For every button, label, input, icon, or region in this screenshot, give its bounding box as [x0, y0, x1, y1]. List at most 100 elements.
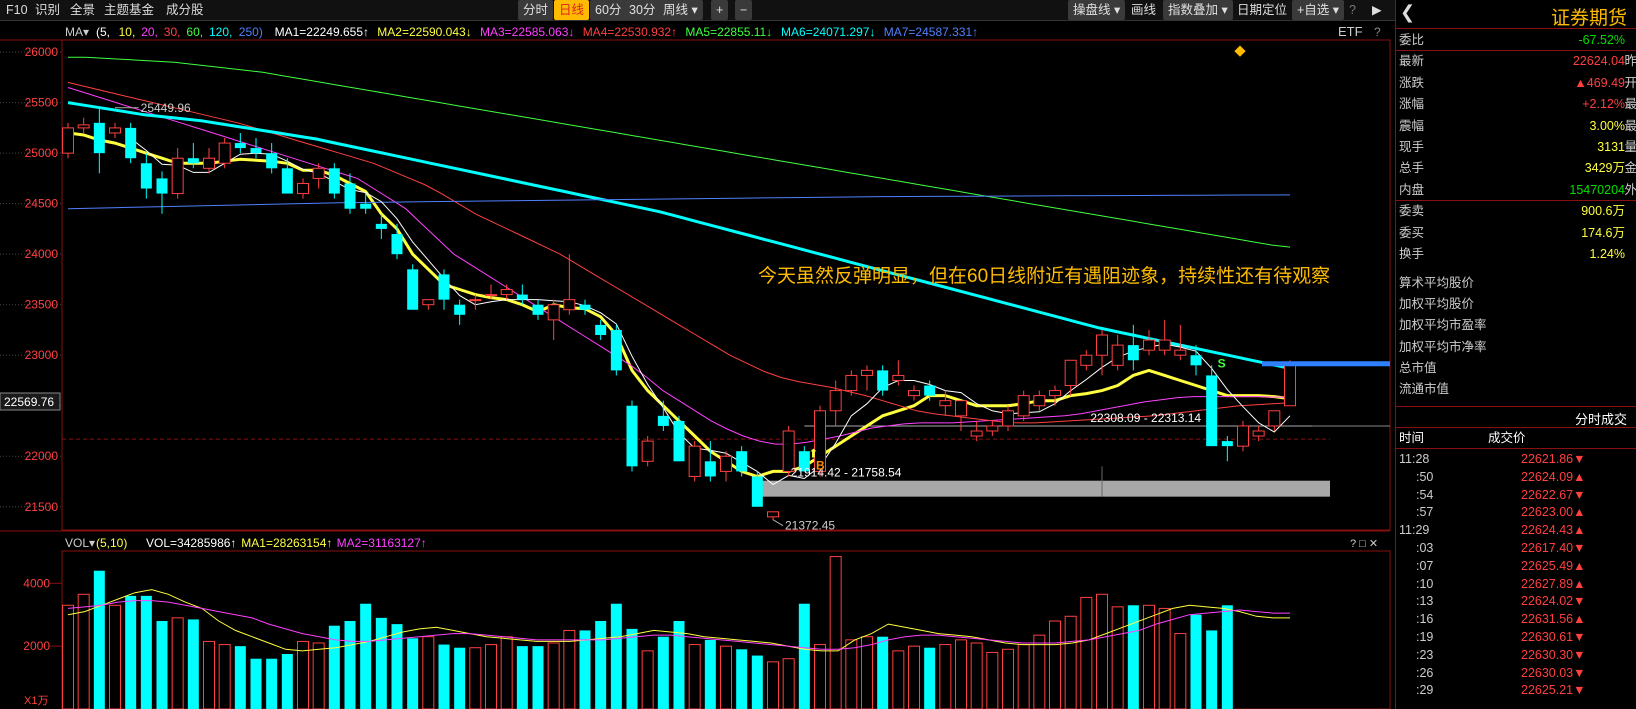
candle-body	[610, 329, 622, 371]
low-pointer	[772, 519, 784, 527]
trade-price: 22625.21▼	[1521, 683, 1586, 698]
ma-indicator-name[interactable]: MA▾	[65, 25, 89, 39]
trade-time: :23	[1416, 647, 1434, 662]
candle-body	[375, 223, 387, 229]
trade-row: :19 22630.61▼	[1396, 628, 1636, 646]
trades-title-bar: 分时成交	[1396, 406, 1636, 428]
trade-time: :13	[1416, 594, 1434, 609]
candle-body	[187, 158, 199, 164]
metric-link[interactable]: 流通市值	[1396, 379, 1636, 399]
volume-bar	[939, 644, 952, 709]
volume-bar	[720, 645, 732, 709]
candle-body	[767, 511, 779, 518]
volume-bar	[266, 658, 278, 709]
volume-bar	[751, 655, 763, 709]
instrument-title: 证券期货	[1550, 8, 1627, 29]
trade-time: :29	[1416, 683, 1434, 698]
volume-bar	[845, 639, 858, 709]
trade-time: :19	[1416, 630, 1434, 644]
volume-bar	[924, 647, 936, 709]
trade-price: 22622.67▼	[1521, 487, 1586, 502]
ma-legend: (5, 10, 20, 30, 60, 120, 250) MA1=22249.655↑ MA2…	[96, 25, 978, 39]
volume-bar	[908, 645, 920, 709]
gap2-label: 22308.09 - 22313.14	[1090, 411, 1201, 425]
volume-bar	[970, 642, 983, 709]
ma-value: MA1=22249.655↑	[275, 25, 369, 39]
volume-bar	[140, 595, 152, 709]
chart-marks: 25449.96 21372.45 21914.42 - 21758.54 22308…	[115, 45, 1390, 533]
metric-link[interactable]: 总市值	[1396, 358, 1636, 378]
volume-bar	[234, 646, 246, 709]
vol-value: MA1=28263154↑	[241, 536, 332, 550]
quote-label: 委卖	[1399, 204, 1425, 219]
ma-param: 60,	[186, 25, 203, 39]
trade-time: 11:29	[1399, 523, 1430, 538]
volume-bar	[1158, 607, 1171, 709]
candle-body	[892, 374, 905, 381]
help-icon[interactable]: ?	[1374, 25, 1381, 39]
volume-bar	[312, 642, 325, 709]
y-tick-label: 24500	[25, 197, 59, 211]
current-price-value: 22569.76	[4, 395, 54, 409]
ma-value: MA7=24587.331↑	[884, 25, 978, 39]
vol-indicator-name[interactable]: VOL▾	[65, 536, 95, 550]
etf-label[interactable]: ETF	[1338, 24, 1363, 39]
y-tick-label: 23000	[25, 348, 59, 362]
volume-bar	[407, 638, 419, 709]
quote-tail: 外	[1624, 182, 1636, 197]
trade-time: :50	[1416, 469, 1434, 484]
candle-body	[297, 182, 309, 195]
buy-arrow: ⬆	[808, 446, 818, 460]
metric-link[interactable]: 加权平均市净率	[1396, 337, 1636, 357]
trade-row: 11:28 22621.86▼	[1396, 450, 1636, 468]
volume-bar	[641, 650, 654, 709]
trade-time: 11:28	[1399, 452, 1430, 466]
candle-body	[688, 445, 701, 477]
candle-body	[93, 122, 105, 154]
buy-mark: B	[816, 458, 825, 472]
metric-link[interactable]: 算术平均股价	[1396, 273, 1636, 293]
volume-bar	[218, 644, 231, 709]
metric-link[interactable]: 加权平均市盈率	[1396, 315, 1636, 335]
candle-body	[281, 168, 293, 194]
volume-bar	[1127, 605, 1139, 709]
volume-bar	[1049, 620, 1061, 709]
volume-bar	[93, 570, 105, 709]
candle-body	[1017, 395, 1030, 417]
volume-bar	[829, 556, 842, 709]
trade-row: :23 22630.30▼	[1396, 646, 1636, 664]
candle-body	[485, 294, 497, 297]
vol-panel-controls[interactable]: ? □ ✕	[1350, 538, 1378, 550]
candle-body	[328, 168, 340, 194]
event-diamond	[1234, 45, 1246, 57]
y-tick-label: 23500	[25, 298, 59, 312]
vol-value: MA2=31163127↑	[337, 536, 427, 550]
vol-legend: VOL=34285986↑ MA1=28263154↑ MA2=31163127↑	[146, 536, 427, 550]
trade-row: :13 22624.02▼	[1396, 592, 1636, 610]
volume-bar	[156, 621, 168, 709]
trade-row: :50 22624.09▲	[1396, 468, 1636, 486]
quote-label: 换手	[1399, 247, 1425, 261]
candle-body	[500, 289, 513, 296]
ma-line-ma6	[67, 101, 1291, 370]
trade-price: 22630.03▼	[1521, 665, 1586, 680]
ma-param: 120,	[209, 25, 232, 39]
price-volume-chart[interactable]: MA▾ (5, 10, 20, 30, 60, 120, 250) MA1=22249.655…	[0, 0, 1395, 709]
volume-bar	[516, 646, 528, 709]
volume-bar	[1033, 634, 1046, 709]
metric-link[interactable]: 加权平均股价	[1396, 294, 1636, 314]
quote-value: 1.24%	[1589, 247, 1625, 261]
quote-row: 委比 -67.52%	[1396, 30, 1636, 51]
y-tick-label: 21500	[25, 500, 59, 514]
candle-body	[1127, 345, 1139, 361]
candle-body	[171, 157, 184, 195]
quote-row: 涨跌 ▲469.49 开	[1396, 73, 1636, 93]
candle-body	[861, 369, 873, 376]
metric-link-label: 加权平均市净率	[1399, 339, 1487, 354]
volume-bar	[688, 644, 701, 709]
candle-body	[312, 167, 325, 179]
candle-body	[344, 183, 356, 209]
metric-link-label: 加权平均股价	[1399, 297, 1475, 312]
back-icon[interactable]: ❮	[1400, 2, 1415, 23]
quote-row: 内盘 15470204 外	[1396, 180, 1636, 201]
